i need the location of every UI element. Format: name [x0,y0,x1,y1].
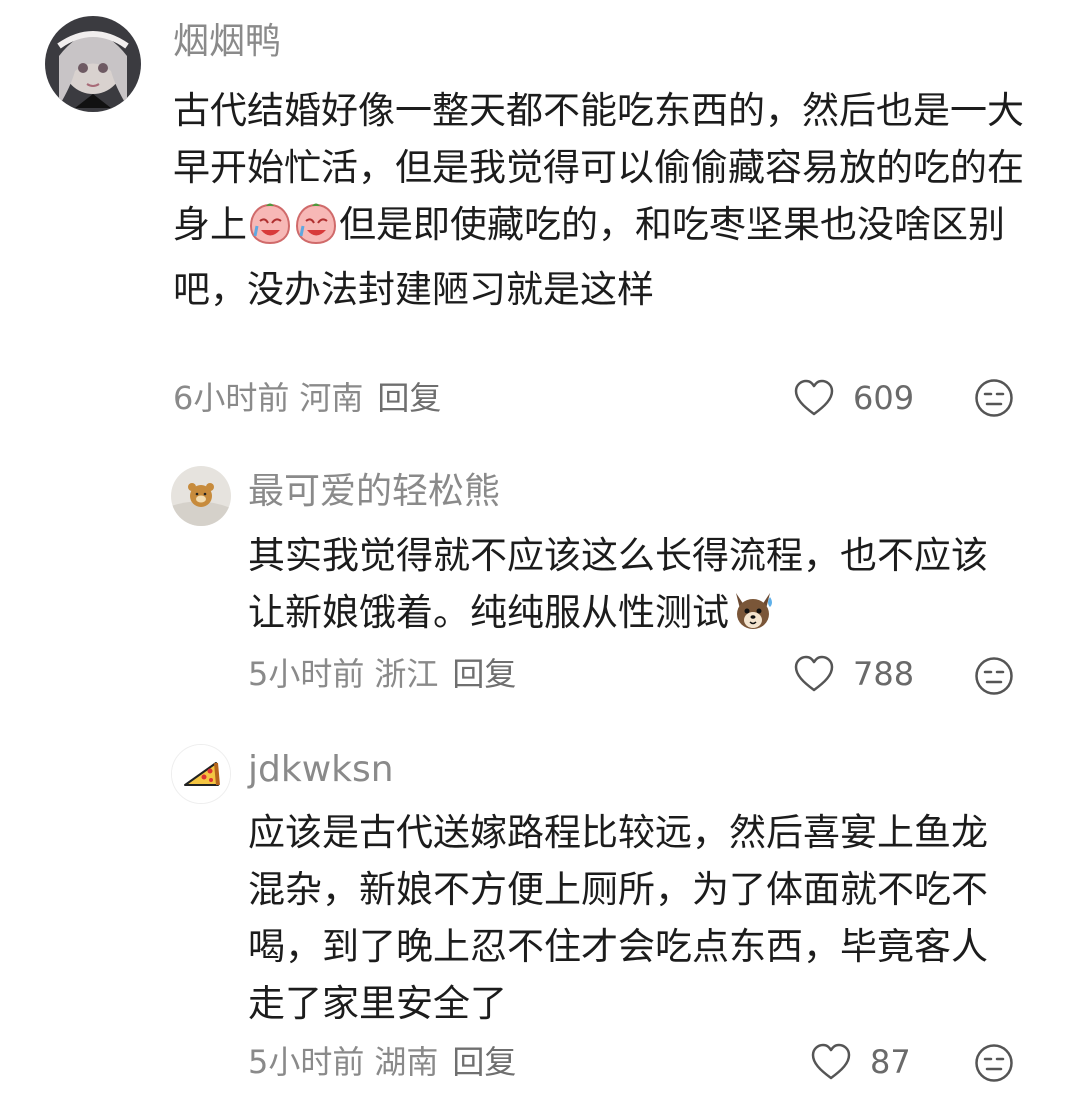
username[interactable]: 烟烟鸭 [173,20,281,64]
crying-face-emoji-icon [248,201,292,261]
reply-button[interactable]: 回复 [452,1043,516,1081]
comment-time: 5小时前 [248,655,365,693]
comment-text-part: 其实我觉得就不应该这么长得流程，也不应该让新娘饿着。纯纯服从性测试 [248,534,988,634]
comment-meta: 6小时前 河南 回复 [173,378,451,418]
dislike-button[interactable] [974,378,1014,422]
username[interactable]: 最可爱的轻松熊 [248,470,500,514]
comment-text: 古代结婚好像一整天都不能吃东西的，然后也是一大早开始忙活，但是我觉得可以偷偷藏容… [173,82,1033,318]
comment-text: 应该是古代送嫁路程比较远，然后喜宴上鱼龙混杂，新娘不方便上厕所，为了体面就不吃不… [248,804,1018,1032]
heart-icon [794,655,834,692]
like-button[interactable]: 87 [810,1042,911,1082]
crying-face-emoji-icon [294,201,338,261]
avatar[interactable] [171,466,231,526]
reply-button[interactable]: 回复 [452,655,516,693]
avatar[interactable] [171,744,231,804]
sweating-dog-emoji-icon [730,589,776,649]
comment-time: 5小时前 [248,1043,365,1081]
dislike-button[interactable] [974,656,1014,700]
comment-text-part: 应该是古代送嫁路程比较远，然后喜宴上鱼龙混杂，新娘不方便上厕所，为了体面就不吃不… [248,811,988,1025]
reply-button[interactable]: 回复 [377,379,441,417]
dislike-button[interactable] [974,1043,1014,1087]
like-count: 87 [870,1043,911,1081]
comment-text: 其实我觉得就不应该这么长得流程，也不应该让新娘饿着。纯纯服从性测试 [248,527,1018,649]
like-button[interactable]: 788 [793,654,914,694]
comment-time: 6小时前 [173,379,290,417]
avatar[interactable] [45,16,141,112]
comment-meta: 5小时前 湖南 回复 [248,1042,526,1082]
comment-meta: 5小时前 浙江 回复 [248,654,526,694]
unamused-face-icon [975,1044,1013,1082]
heart-icon [794,379,834,416]
username[interactable]: jdkwksn [248,748,394,792]
heart-icon [811,1043,851,1080]
unamused-face-icon [975,657,1013,695]
like-count: 609 [853,379,915,417]
comment-location: 河南 [299,379,364,417]
comment-location: 湖南 [374,1043,439,1081]
unamused-face-icon [975,379,1013,417]
comment-location: 浙江 [374,655,439,693]
like-count: 788 [853,655,915,693]
like-button[interactable]: 609 [793,378,914,418]
